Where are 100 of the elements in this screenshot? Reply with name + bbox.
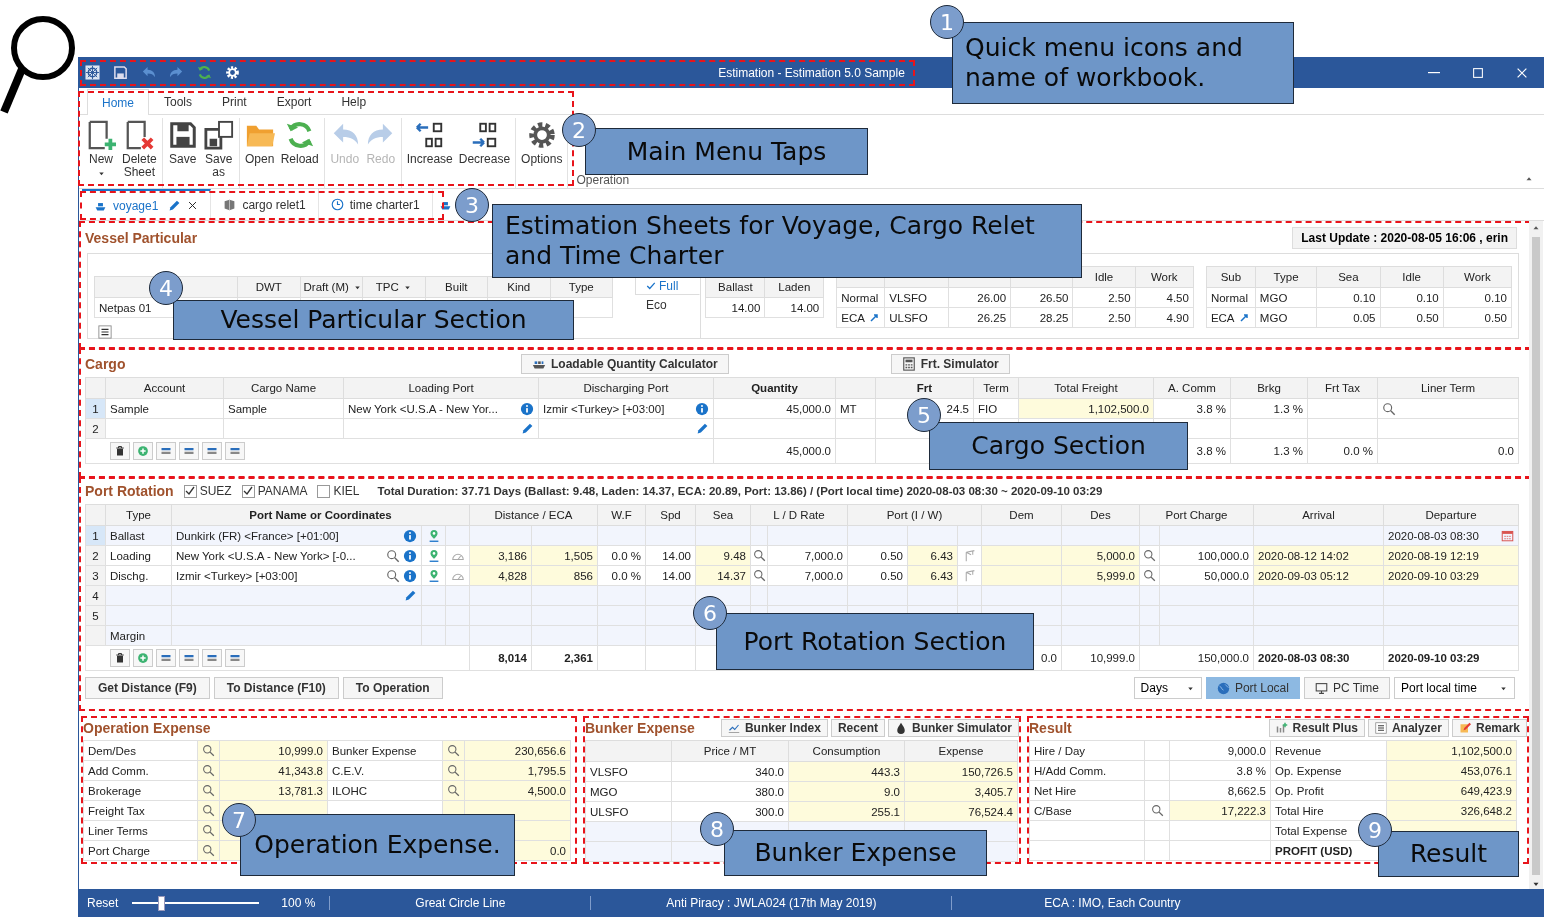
toolbar-button[interactable]: Frt. Simulator [890,354,1010,374]
route-checkbox[interactable]: SUEZ [183,484,232,498]
menu-tab[interactable]: Tools [149,89,208,114]
section-title: Result [1029,720,1072,736]
pencil-icon[interactable] [404,589,417,602]
pencil-icon[interactable] [168,199,182,212]
grid-tool-icon[interactable] [183,445,195,457]
ribbon-button[interactable]: Increase [403,118,456,188]
column-header[interactable]: Built [425,276,488,298]
new-document-icon[interactable] [86,120,116,150]
pencil-icon[interactable] [696,422,709,435]
calendar-icon[interactable] [1501,529,1514,542]
column-header: Total Freight [1018,377,1154,399]
refresh-icon[interactable] [197,65,212,80]
search-icon[interactable] [752,569,766,583]
search-icon[interactable] [752,549,766,563]
time-zone-dropdown[interactable]: Port local time [1393,677,1515,699]
action-button[interactable]: To Distance (F10) [213,677,339,699]
floppy-icon[interactable] [167,120,198,150]
ribbon-button[interactable]: Decrease [455,118,514,188]
search-icon[interactable] [1143,549,1156,563]
ribbon-button[interactable]: Save as [200,118,237,188]
action-button[interactable]: To Operation [342,677,443,699]
status-text: ECA : IMO, Each Country [1043,896,1182,910]
search-icon[interactable] [386,548,400,563]
slider-thumb[interactable] [157,896,165,911]
search-icon[interactable] [202,804,215,818]
search-icon[interactable] [1150,804,1164,818]
gear-icon[interactable] [526,120,557,150]
search-icon[interactable] [1143,569,1156,583]
add-icon[interactable] [137,445,149,457]
sheet-tab[interactable]: voyage1 [82,189,212,220]
search-icon[interactable] [202,784,215,798]
search-icon[interactable] [202,824,215,838]
menu-tab[interactable]: Help [326,89,382,114]
info-icon[interactable] [520,401,534,416]
grid-tool-icon[interactable] [160,445,172,457]
search-icon[interactable] [1382,401,1396,416]
column-header[interactable]: DWT [237,276,300,298]
save-as-icon[interactable] [203,120,234,150]
floppy-light-icon[interactable] [113,65,128,80]
ribbon-button[interactable]: Open [241,118,278,188]
toolbar-button[interactable]: Loadable Quantity Calculator [521,354,729,374]
toolbar-button[interactable]: Recent [830,719,885,737]
grid-tool-icon[interactable] [229,445,241,457]
route-checkbox[interactable]: KIEL [317,484,360,498]
info-icon[interactable] [403,568,417,583]
unit-dropdown[interactable]: Days [1133,677,1202,699]
search-icon[interactable] [202,844,215,858]
ship-wheel-icon[interactable] [85,65,100,80]
time-mode-button[interactable]: Port Local [1205,677,1300,699]
ribbon-button[interactable]: Delete Sheet [119,118,160,188]
toolbar-button[interactable]: Remark [1451,719,1527,737]
scrollbar[interactable] [1529,221,1543,889]
info-icon[interactable] [403,528,417,543]
search-icon[interactable] [447,784,460,798]
ribbon-button[interactable]: Save [164,118,201,188]
refresh-icon[interactable] [284,120,315,150]
delete-document-icon[interactable] [124,120,155,150]
toolbar-button[interactable]: Analyzer [1367,719,1449,737]
info-icon[interactable] [403,548,417,563]
route-checkbox[interactable]: PANAMA [241,484,308,498]
info-icon[interactable] [695,401,709,416]
toolbar-button[interactable]: Bunker Simulator [887,719,1019,737]
search-icon[interactable] [386,568,400,583]
list-icon[interactable] [98,324,112,339]
grid-tool-icon[interactable] [183,652,195,664]
trash-icon[interactable] [114,652,126,664]
trash-icon[interactable] [114,445,126,457]
add-icon[interactable] [137,652,149,664]
search-icon[interactable] [202,744,215,758]
speed-mode-tab[interactable]: Eco [635,295,701,314]
toolbar-button[interactable]: Result Plus [1268,719,1365,737]
column-header[interactable]: Draft (M) [300,276,363,298]
ribbon-button[interactable]: Options [518,118,566,188]
column-header: Port (I / W) [847,504,982,526]
menu-tab[interactable]: Home [87,89,149,115]
sheet-tab[interactable]: cargo relet1 [211,189,319,220]
grid-tool-icon[interactable] [229,652,241,664]
search-icon[interactable] [447,744,460,758]
ribbon-button[interactable]: New [83,118,119,188]
grid-tool-icon[interactable] [160,652,172,664]
pencil-icon[interactable] [521,422,534,435]
menu-tab[interactable]: Export [261,89,327,114]
increase-decimal-icon[interactable] [414,120,445,150]
search-icon[interactable] [447,764,460,778]
column-header[interactable]: TPC [362,276,425,298]
action-button[interactable]: Get Distance (F9) [85,677,210,699]
grid-tool-icon[interactable] [206,652,218,664]
column-header: Quantity [713,377,836,399]
sheet-tab[interactable]: time charter1 [318,189,433,220]
reset-link[interactable]: Reset [87,896,119,910]
toolbar-button[interactable]: Bunker Index [720,719,828,737]
grid-tool-icon[interactable] [206,445,218,457]
search-icon[interactable] [202,764,215,778]
gear-light-icon[interactable] [225,65,240,80]
time-mode-button[interactable]: PC Time [1303,677,1390,699]
menu-tab[interactable]: Print [207,89,262,114]
ribbon-button[interactable]: Reload [277,118,322,188]
zoom-slider[interactable] [132,896,260,910]
